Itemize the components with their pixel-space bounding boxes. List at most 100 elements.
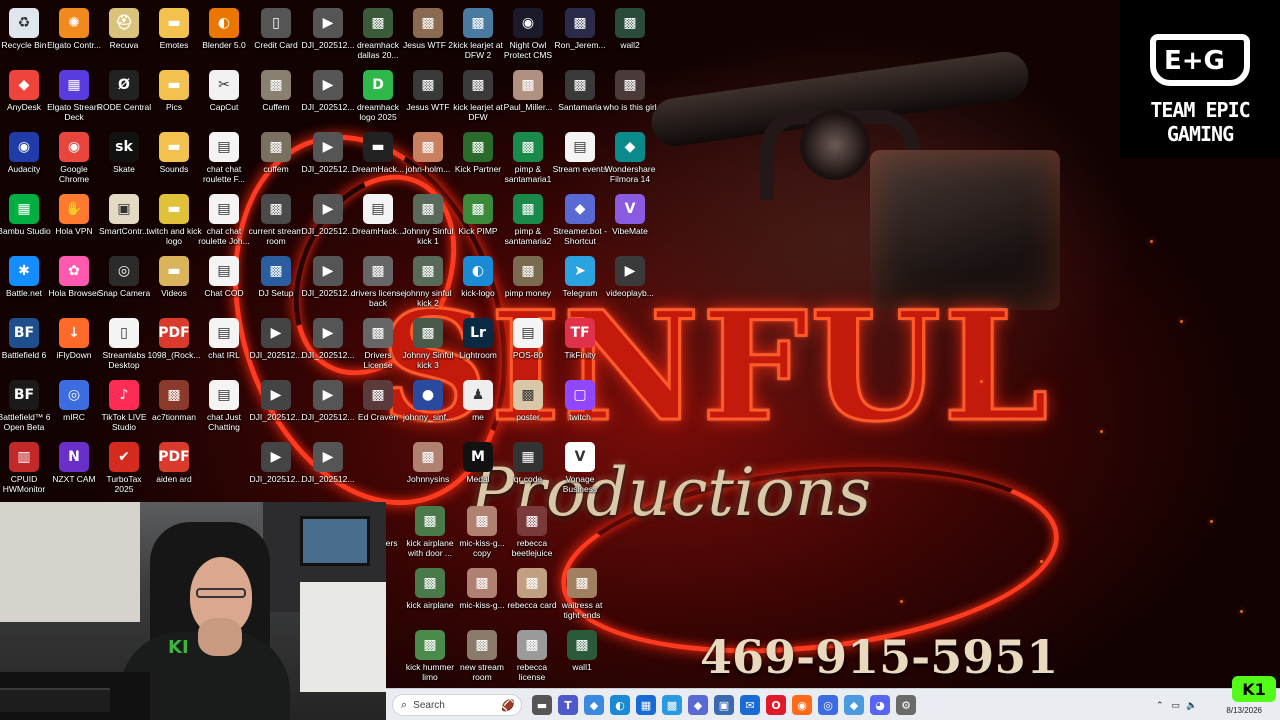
desktop-icon[interactable]: ◆ Wondershare Filmora 14 [602,128,658,190]
desktop-icon[interactable]: PDF aiden ard [146,438,202,500]
desktop-icon[interactable]: ✋ Hola VPN [46,190,102,252]
desktop-icon[interactable]: N NZXT CAM [46,438,102,500]
desktop-icon[interactable]: ▶ DJI_202512... [300,252,356,314]
desktop-icon[interactable]: ▬ Sounds [146,128,202,190]
desktop-icon[interactable]: ▬ Emotes [146,4,202,66]
desktop-icon[interactable]: ▦ qr code [500,438,556,500]
desktop-icon[interactable]: PDF 1098_(Rock... [146,314,202,376]
desktop-icon[interactable]: ▩ rebecca license [504,626,560,688]
network-icon[interactable]: ▭ [1172,700,1181,711]
desktop-icon[interactable]: ▩ Jesus WTF [400,66,456,128]
desktop-icon[interactable]: ◎ Snap Camera [96,252,152,314]
copilot-icon[interactable]: ◆ [584,695,604,715]
desktop-icon[interactable]: ▦ Bambu Studio [0,190,52,252]
desktop-icon[interactable]: ▣ SmartContr... [96,190,152,252]
desktop-icon[interactable]: ▥ CPUID HWMonitor [0,438,52,500]
streamer-bot-taskbar-icon[interactable]: ◆ [688,695,708,715]
desktop-icon[interactable]: ▶ DJI_202512... [248,376,304,438]
desktop-icon[interactable]: ◉ Night Owl Protect CMS [500,4,556,66]
desktop-icon[interactable]: ▬ DreamHack... [350,128,406,190]
desktop-icon[interactable]: Ddreamhack logo 2025 [350,66,406,128]
capture-icon[interactable]: ▣ [714,695,734,715]
desktop-icon[interactable]: ● johnny_sinf... [400,376,456,438]
desktop-icon[interactable]: Lr Lightroom [450,314,506,376]
desktop-icon[interactable]: ◐ Blender 5.0 [196,4,252,66]
desktop-icon[interactable]: ▤ POS-80 [500,314,556,376]
desktop-icon[interactable]: ▢ twitch [552,376,608,438]
discord-icon[interactable]: ◕ [870,695,890,715]
desktop-icon[interactable]: ▶ DJI_202512... [300,314,356,376]
desktop-icon[interactable]: ✺ Elgato Contr... [46,4,102,66]
desktop-icon[interactable]: ♻ Recycle Bin [0,4,52,66]
desktop-icon[interactable]: ▩ dreamhack dallas 20... [350,4,406,66]
desktop-icon[interactable]: ▩ Kick PIMP [450,190,506,252]
desktop-icon[interactable]: BF Battlefield™ 6 Open Beta [0,376,52,438]
desktop-icon[interactable]: ▩ waitress at tight ends [554,564,610,626]
desktop-icon[interactable]: ↓ iFlyDown [46,314,102,376]
desktop-icon[interactable]: ▤ chat chat roulette F... [196,128,252,190]
desktop-icon[interactable]: ◉ Audacity [0,128,52,190]
desktop-icon[interactable]: ▶ DJI_202512... [300,4,356,66]
desktop-icon[interactable]: ▩ mic-kiss-g... copy [454,502,510,564]
desktop-icon[interactable]: ◎ mIRC [46,376,102,438]
desktop-icon[interactable]: ◐ kick-logo [450,252,506,314]
desktop-icon[interactable]: ▤ chat Just Chatting [196,376,252,438]
desktop-icon[interactable]: ▶ DJI_202512... [300,376,356,438]
desktop-icon[interactable]: ▩ drivers license back [350,252,406,314]
edge-icon[interactable]: ◐ [610,695,630,715]
teams-icon[interactable]: T [558,695,578,715]
desktop-icon[interactable]: ▩ DJ Setup [248,252,304,314]
desktop-icon[interactable]: ▩ wall1 [554,626,610,688]
desktop-icon[interactable]: ▤ chat chat roulette Joh... [196,190,252,252]
desktop-icon[interactable]: ▶ DJI_202512... [300,190,356,252]
desktop-icon[interactable]: ▩ Ed Craven [350,376,406,438]
desktop-icon[interactable]: ▩ Drivers License [350,314,406,376]
desktop-icon[interactable]: ▩ current stream room [248,190,304,252]
desktop-icon[interactable]: Ø RODE Central [96,66,152,128]
desktop-icon[interactable]: ▩ poster [500,376,556,438]
desktop-icon[interactable]: ▶ DJI_202512... [300,438,356,500]
desktop-icon[interactable]: ⛑ Recuva [96,4,152,66]
desktop-icon[interactable]: V VibeMate [602,190,658,252]
desktop-icon[interactable]: ▶ DJI_202512... [300,128,356,190]
desktop-icon[interactable]: ➤ Telegram [552,252,608,314]
firefox-icon[interactable]: ◉ [792,695,812,715]
desktop-icon[interactable]: ▬ twitch and kick logo [146,190,202,252]
desktop-icon[interactable]: ▩ wall2 [602,4,658,66]
desktop-icon[interactable]: ▤ DreamHack... [350,190,406,252]
desktop-icon[interactable]: ▶ DJI_202512... [248,438,304,500]
desktop-icon[interactable]: ✱ Battle.net [0,252,52,314]
desktop-icon[interactable]: ◆ AnyDesk [0,66,52,128]
mirc-taskbar-icon[interactable]: ◎ [818,695,838,715]
settings-icon[interactable]: ⚙ [896,695,916,715]
desktop-icon[interactable]: ▩ rebecca beetlejuice [504,502,560,564]
desktop-icon[interactable]: TF TikFinity [552,314,608,376]
desktop-icon[interactable]: ▩ rebecca card [504,564,560,626]
photos-icon[interactable]: ▩ [662,695,682,715]
desktop-icon[interactable]: ▩ Johnny Sinful kick 1 [400,190,456,252]
desktop-icon[interactable]: ▩ Johnny Sinful kick 3 [400,314,456,376]
desktop-icon[interactable]: V Vonage Business [552,438,608,500]
desktop-icon[interactable]: ✂ CapCut [196,66,252,128]
desktop-icon[interactable]: ▩ who is this girl [602,66,658,128]
desktop-icon[interactable]: ♪ TikTok LIVE Studio [96,376,152,438]
desktop-icon[interactable]: ▶ DJI_202512... [300,66,356,128]
desktop-icon[interactable]: ▩ kick learjet at DFW [450,66,506,128]
desktop-icon[interactable]: ▶ videoplayb... [602,252,658,314]
opera-icon[interactable]: O [766,695,786,715]
desktop-icon[interactable]: ▩ kick airplane with door ... [402,502,458,564]
desktop-icon[interactable]: ▬ Pics [146,66,202,128]
desktop-icon[interactable]: ✿ Hola Browser [46,252,102,314]
desktop-icon[interactable]: ✔ TurboTax 2025 [96,438,152,500]
desktop-icon[interactable]: ▩ pimp money [500,252,556,314]
streamerbot-taskbar-icon[interactable]: ◆ [844,695,864,715]
desktop-icon[interactable]: ▩ Cuffem [248,66,304,128]
desktop-icon[interactable]: ▩ johnny sinful kick 2 [400,252,456,314]
desktop-icon[interactable]: M Medal [450,438,506,500]
desktop-icon[interactable]: ▩ Kick Partner [450,128,506,190]
desktop-icon[interactable]: ▩ Santamaria [552,66,608,128]
desktop-icon[interactable]: ▦ Elgato Stream Deck [46,66,102,128]
file-explorer-icon[interactable]: ▬ [532,695,552,715]
desktop-icon[interactable]: ▶ DJI_202512... [248,314,304,376]
desktop-icon[interactable]: ▩ pimp & santamaria2 [500,190,556,252]
